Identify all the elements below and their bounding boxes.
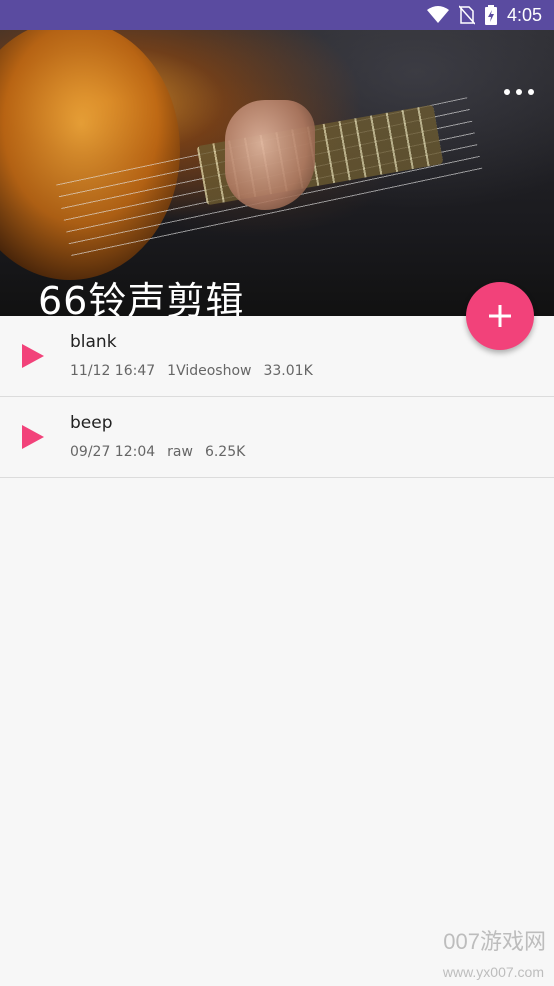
wifi-icon [426,6,449,23]
more-dot [504,89,510,95]
item-date: 09/27 12:04 [70,444,156,460]
add-button[interactable] [466,282,534,350]
item-meta: 09/27 12:04 raw 6.25K [70,444,245,460]
more-menu-button[interactable] [504,82,534,102]
hand-image [225,100,315,210]
no-sim-icon [458,5,475,25]
watermark-title: 007游戏网 [443,929,546,954]
item-meta: 11/12 16:47 1Videoshow 33.01K [70,363,313,379]
status-bar: 4:05 [0,0,554,30]
status-time: 4:05 [506,4,542,25]
play-icon[interactable] [22,344,44,368]
item-folder: raw [167,444,193,460]
item-size: 6.25K [204,444,246,460]
more-dot [528,89,534,95]
app-title: 66铃声剪辑 [38,279,245,316]
item-name: beep [70,413,113,433]
item-name: blank [70,332,117,352]
status-icons: 4:05 [426,0,542,30]
item-folder: 1Videoshow [167,363,252,379]
list-item[interactable]: beep 09/27 12:04 raw 6.25K [0,397,554,478]
header-banner: 66铃声剪辑 [0,30,554,316]
play-icon[interactable] [22,425,44,449]
more-dot [516,89,522,95]
battery-icon [484,5,497,25]
ringtone-list: blank 11/12 16:47 1Videoshow 33.01K beep… [0,316,554,478]
item-size: 33.01K [263,363,313,379]
watermark-url: www.yx007.com [442,964,544,980]
plus-icon [489,305,511,327]
item-date: 11/12 16:47 [70,363,156,379]
